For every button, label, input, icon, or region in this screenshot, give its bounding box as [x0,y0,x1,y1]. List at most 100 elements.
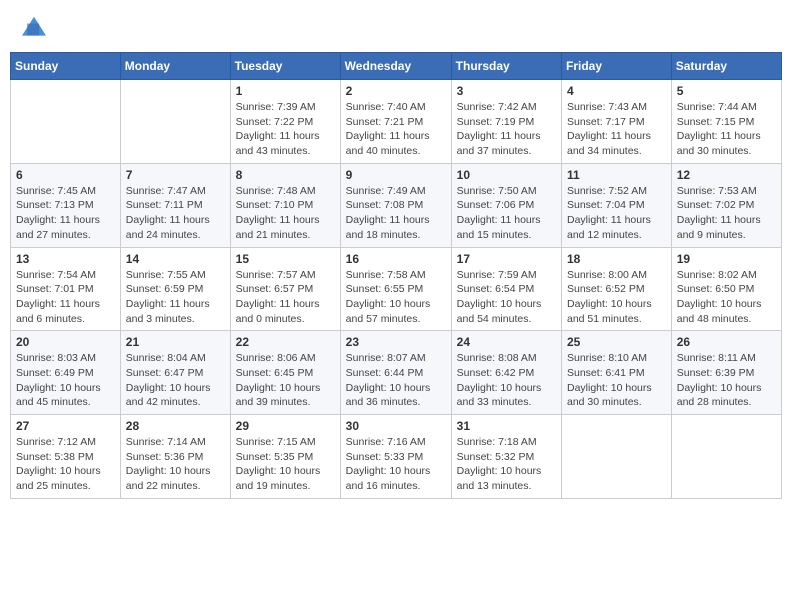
day-number: 8 [236,168,335,182]
calendar-week-row: 27 Sunrise: 7:12 AMSunset: 5:38 PMDayligh… [11,415,782,499]
calendar-cell: 8 Sunrise: 7:48 AMSunset: 7:10 PMDaylight… [230,163,340,247]
calendar-cell: 7 Sunrise: 7:47 AMSunset: 7:11 PMDaylight… [120,163,230,247]
day-info: Sunrise: 7:45 AMSunset: 7:13 PMDaylight:… [16,184,115,243]
calendar-cell: 18 Sunrise: 8:00 AMSunset: 6:52 PMDayligh… [562,247,672,331]
calendar-cell: 23Sunrise: 8:07 AMSunset: 6:44 PMDayligh… [340,331,451,415]
calendar-cell: 4 Sunrise: 7:43 AMSunset: 7:17 PMDaylight… [562,80,672,164]
day-info: Sunrise: 7:58 AMSunset: 6:55 PMDaylight:… [346,268,446,327]
calendar-cell: 22 Sunrise: 8:06 AMSunset: 6:45 PMDayligh… [230,331,340,415]
day-info: Sunrise: 7:54 AMSunset: 7:01 PMDaylight:… [16,268,115,327]
day-number: 17 [457,252,556,266]
calendar-cell [120,80,230,164]
day-number: 10 [457,168,556,182]
day-number: 1 [236,84,335,98]
weekday-header: Tuesday [230,53,340,80]
logo [20,15,52,39]
calendar-cell: 21 Sunrise: 8:04 AMSunset: 6:47 PMDayligh… [120,331,230,415]
day-info: Sunrise: 7:18 AMSunset: 5:32 PMDaylight:… [457,435,556,494]
day-number: 24 [457,335,556,349]
calendar-week-row: 20Sunrise: 8:03 AMSunset: 6:49 PMDayligh… [11,331,782,415]
day-info: Sunrise: 8:06 AMSunset: 6:45 PMDaylight:… [236,351,335,410]
day-info: Sunrise: 7:52 AMSunset: 7:04 PMDaylight:… [567,184,666,243]
weekday-header: Monday [120,53,230,80]
day-info: Sunrise: 7:43 AMSunset: 7:17 PMDaylight:… [567,100,666,159]
day-info: Sunrise: 7:44 AMSunset: 7:15 PMDaylight:… [677,100,776,159]
day-number: 26 [677,335,776,349]
day-number: 21 [126,335,225,349]
page-header [10,10,782,44]
calendar-cell: 6 Sunrise: 7:45 AMSunset: 7:13 PMDaylight… [11,163,121,247]
calendar-cell: 12Sunrise: 7:53 AMSunset: 7:02 PMDayligh… [671,163,781,247]
day-number: 7 [126,168,225,182]
day-info: Sunrise: 7:14 AMSunset: 5:36 PMDaylight:… [126,435,225,494]
day-info: Sunrise: 8:07 AMSunset: 6:44 PMDaylight:… [346,351,446,410]
calendar-cell: 26Sunrise: 8:11 AMSunset: 6:39 PMDayligh… [671,331,781,415]
day-number: 2 [346,84,446,98]
calendar-cell: 20Sunrise: 8:03 AMSunset: 6:49 PMDayligh… [11,331,121,415]
day-number: 11 [567,168,666,182]
day-info: Sunrise: 7:53 AMSunset: 7:02 PMDaylight:… [677,184,776,243]
calendar-cell: 10Sunrise: 7:50 AMSunset: 7:06 PMDayligh… [451,163,561,247]
day-info: Sunrise: 8:00 AMSunset: 6:52 PMDaylight:… [567,268,666,327]
day-number: 14 [126,252,225,266]
calendar-week-row: 1 Sunrise: 7:39 AMSunset: 7:22 PMDaylight… [11,80,782,164]
day-number: 28 [126,419,225,433]
calendar-table: SundayMondayTuesdayWednesdayThursdayFrid… [10,52,782,499]
calendar-cell: 2 Sunrise: 7:40 AMSunset: 7:21 PMDaylight… [340,80,451,164]
day-info: Sunrise: 7:15 AMSunset: 5:35 PMDaylight:… [236,435,335,494]
calendar-cell: 11 Sunrise: 7:52 AMSunset: 7:04 PMDayligh… [562,163,672,247]
day-number: 18 [567,252,666,266]
day-info: Sunrise: 8:08 AMSunset: 6:42 PMDaylight:… [457,351,556,410]
calendar-cell [562,415,672,499]
day-info: Sunrise: 8:10 AMSunset: 6:41 PMDaylight:… [567,351,666,410]
day-info: Sunrise: 8:03 AMSunset: 6:49 PMDaylight:… [16,351,115,410]
day-number: 3 [457,84,556,98]
day-info: Sunrise: 7:55 AMSunset: 6:59 PMDaylight:… [126,268,225,327]
day-number: 6 [16,168,115,182]
weekday-header: Friday [562,53,672,80]
calendar-cell: 14 Sunrise: 7:55 AMSunset: 6:59 PMDayligh… [120,247,230,331]
day-info: Sunrise: 7:49 AMSunset: 7:08 PMDaylight:… [346,184,446,243]
calendar-cell: 29 Sunrise: 7:15 AMSunset: 5:35 PMDayligh… [230,415,340,499]
day-info: Sunrise: 7:48 AMSunset: 7:10 PMDaylight:… [236,184,335,243]
calendar-cell: 16Sunrise: 7:58 AMSunset: 6:55 PMDayligh… [340,247,451,331]
weekday-header: Sunday [11,53,121,80]
logo-icon [20,15,48,39]
calendar-cell [671,415,781,499]
day-number: 30 [346,419,446,433]
calendar-cell: 1 Sunrise: 7:39 AMSunset: 7:22 PMDaylight… [230,80,340,164]
day-info: Sunrise: 7:47 AMSunset: 7:11 PMDaylight:… [126,184,225,243]
calendar-cell: 31 Sunrise: 7:18 AMSunset: 5:32 PMDayligh… [451,415,561,499]
day-number: 5 [677,84,776,98]
day-info: Sunrise: 7:42 AMSunset: 7:19 PMDaylight:… [457,100,556,159]
weekday-header: Thursday [451,53,561,80]
day-info: Sunrise: 7:39 AMSunset: 7:22 PMDaylight:… [236,100,335,159]
calendar-cell: 24 Sunrise: 8:08 AMSunset: 6:42 PMDayligh… [451,331,561,415]
day-info: Sunrise: 7:12 AMSunset: 5:38 PMDaylight:… [16,435,115,494]
day-info: Sunrise: 7:40 AMSunset: 7:21 PMDaylight:… [346,100,446,159]
day-number: 31 [457,419,556,433]
calendar-week-row: 6 Sunrise: 7:45 AMSunset: 7:13 PMDaylight… [11,163,782,247]
day-number: 22 [236,335,335,349]
calendar-cell: 28 Sunrise: 7:14 AMSunset: 5:36 PMDayligh… [120,415,230,499]
day-number: 15 [236,252,335,266]
calendar-cell: 19Sunrise: 8:02 AMSunset: 6:50 PMDayligh… [671,247,781,331]
calendar-cell: 25 Sunrise: 8:10 AMSunset: 6:41 PMDayligh… [562,331,672,415]
day-info: Sunrise: 7:59 AMSunset: 6:54 PMDaylight:… [457,268,556,327]
calendar-cell: 9Sunrise: 7:49 AMSunset: 7:08 PMDaylight… [340,163,451,247]
weekday-header: Saturday [671,53,781,80]
calendar-header-row: SundayMondayTuesdayWednesdayThursdayFrid… [11,53,782,80]
calendar-cell: 3 Sunrise: 7:42 AMSunset: 7:19 PMDaylight… [451,80,561,164]
weekday-header: Wednesday [340,53,451,80]
day-number: 4 [567,84,666,98]
calendar-cell: 27 Sunrise: 7:12 AMSunset: 5:38 PMDayligh… [11,415,121,499]
calendar-week-row: 13Sunrise: 7:54 AMSunset: 7:01 PMDayligh… [11,247,782,331]
day-number: 27 [16,419,115,433]
calendar-cell: 5 Sunrise: 7:44 AMSunset: 7:15 PMDaylight… [671,80,781,164]
calendar-cell: 13Sunrise: 7:54 AMSunset: 7:01 PMDayligh… [11,247,121,331]
day-info: Sunrise: 7:57 AMSunset: 6:57 PMDaylight:… [236,268,335,327]
day-number: 25 [567,335,666,349]
day-info: Sunrise: 8:04 AMSunset: 6:47 PMDaylight:… [126,351,225,410]
day-number: 29 [236,419,335,433]
day-info: Sunrise: 8:02 AMSunset: 6:50 PMDaylight:… [677,268,776,327]
